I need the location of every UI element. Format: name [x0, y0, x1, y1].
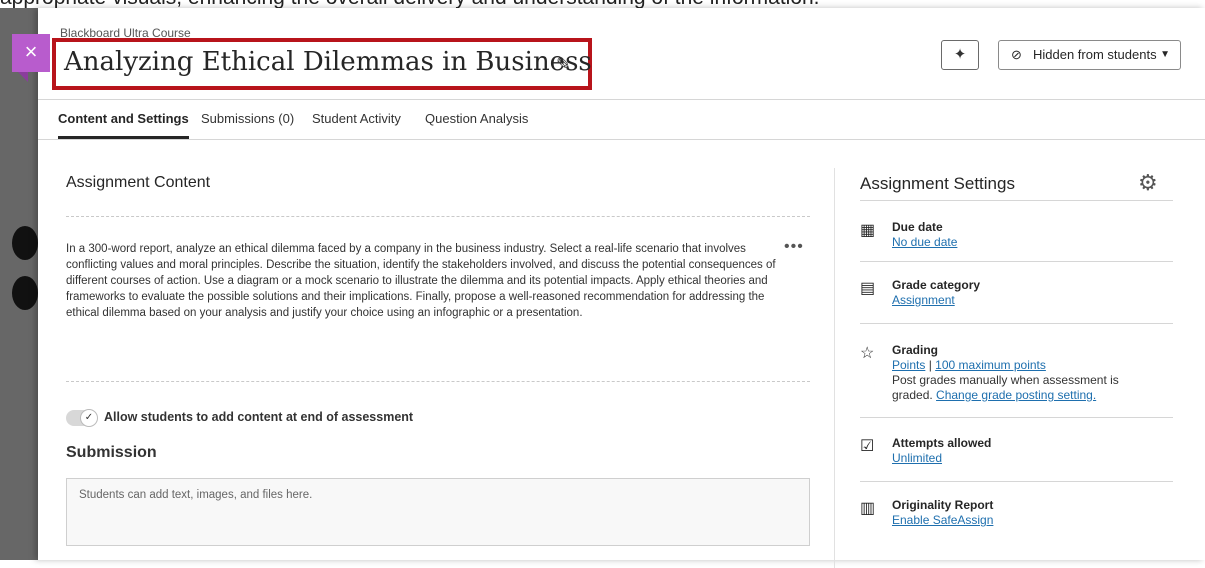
settings-divider	[860, 200, 1173, 201]
check-icon: ✓	[80, 409, 98, 427]
assignment-description: In a 300-word report, analyze an ethical…	[66, 243, 776, 319]
dotted-divider	[66, 381, 810, 382]
column-divider	[834, 168, 835, 568]
submission-box[interactable]: Students can add text, images, and files…	[66, 478, 810, 546]
eye-slash-icon: ⊘	[1011, 47, 1022, 62]
tabs-divider	[38, 139, 1205, 140]
dotted-divider	[66, 216, 810, 217]
calendar-icon: ▦	[860, 222, 876, 239]
settings-divider	[860, 261, 1173, 262]
attempts-title: Attempts allowed	[892, 436, 992, 450]
chevron-down-icon: ▼	[1160, 49, 1170, 60]
gear-icon[interactable]: ⚙	[1138, 170, 1158, 196]
originality-title: Originality Report	[892, 498, 994, 512]
grade-category-link[interactable]: Assignment	[892, 293, 1162, 308]
grading-separator: |	[928, 358, 932, 372]
header-divider	[38, 99, 1205, 100]
attempts-link[interactable]: Unlimited	[892, 451, 1162, 466]
assignment-settings-heading: Assignment Settings	[860, 174, 1015, 193]
originality-link[interactable]: Enable SafeAssign	[892, 513, 1162, 528]
allow-content-label: Allow students to add content at end of …	[104, 410, 414, 424]
tab-student-activity[interactable]: Student Activity	[312, 111, 401, 126]
sparkle-icon: ✦	[953, 46, 967, 63]
background-avatar	[12, 276, 38, 310]
background-avatar	[12, 226, 38, 260]
tab-question-analysis[interactable]: Question Analysis	[425, 111, 528, 126]
visibility-label: Hidden from students	[1033, 47, 1157, 62]
background-page-text: appropriate visuals, enhancing the overa…	[0, 0, 1205, 8]
due-date-link[interactable]: No due date	[892, 235, 1162, 250]
assignment-content-heading: Assignment Content	[66, 174, 211, 191]
submission-heading: Submission	[66, 444, 157, 461]
settings-divider	[860, 481, 1173, 482]
edit-title-pencil-icon[interactable]: ✎	[556, 54, 571, 75]
document-icon: ▤	[860, 280, 876, 297]
background-course-page	[0, 8, 38, 560]
grading-title: Grading	[892, 343, 939, 357]
tab-content-and-settings[interactable]: Content and Settings	[58, 111, 189, 139]
change-grade-posting-link[interactable]: Change grade posting setting.	[936, 388, 1096, 402]
page-title: Analyzing Ethical Dilemmas in Business	[64, 47, 592, 77]
checkbox-icon: ☑	[860, 438, 875, 455]
more-options-icon[interactable]: •••	[784, 238, 804, 256]
title-highlight-box: Analyzing Ethical Dilemmas in Business ✎	[52, 38, 592, 90]
assignment-panel: Blackboard Ultra Course Analyzing Ethica…	[38, 8, 1205, 568]
allow-content-toggle[interactable]: ✓	[66, 409, 98, 427]
points-link[interactable]: Points	[892, 358, 925, 372]
settings-divider	[860, 323, 1173, 324]
close-panel-button[interactable]: ×	[12, 34, 50, 82]
grading-icon: ☆	[860, 345, 875, 362]
submission-placeholder: Students can add text, images, and files…	[79, 489, 313, 501]
visibility-dropdown[interactable]: ⊘ Hidden from students ▼	[998, 40, 1181, 70]
settings-divider	[860, 417, 1173, 418]
ai-assist-button[interactable]: ✦	[941, 40, 979, 70]
due-date-title: Due date	[892, 220, 943, 234]
max-points-link[interactable]: 100 maximum points	[935, 358, 1046, 372]
grade-category-title: Grade category	[892, 278, 981, 292]
originality-icon: ▥	[860, 500, 876, 517]
tab-submissions[interactable]: Submissions (0)	[201, 111, 294, 126]
